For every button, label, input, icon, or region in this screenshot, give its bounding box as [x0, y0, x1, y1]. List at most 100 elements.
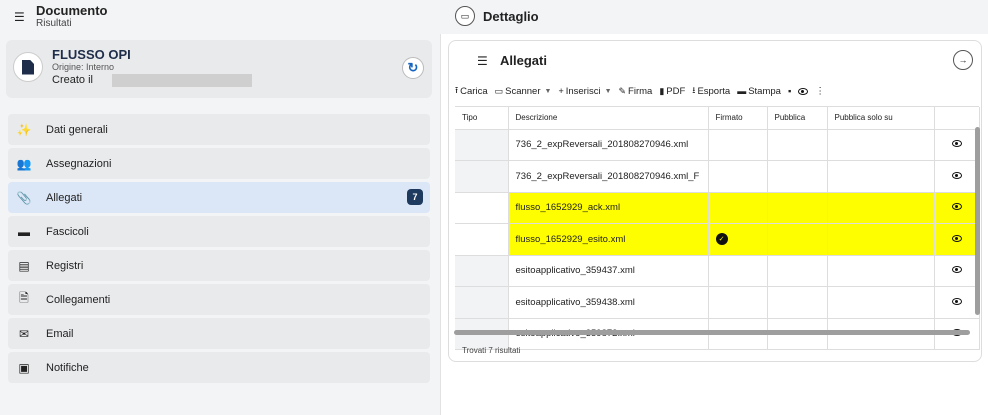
nav-item-email[interactable]: ✉ Email — [8, 318, 430, 349]
cell-pubblica — [767, 160, 828, 193]
nav-label: Fascicoli — [46, 225, 89, 238]
table-row[interactable]: esitoapplicativo_359437.xml — [455, 255, 980, 287]
nav-item-notifiche[interactable]: ▣ Notifiche — [8, 352, 430, 383]
col-header-tipo[interactable]: Tipo — [455, 107, 509, 130]
cell-descrizione: esitoapplicativo_359437.xml — [508, 255, 709, 287]
nav-item-collegamenti[interactable]: 🗎 Collegamenti — [8, 284, 430, 315]
cell-firmato: ✓ — [708, 223, 768, 256]
list-icon: ☰ — [477, 54, 488, 68]
cell-pubblica-solo-su — [827, 223, 935, 256]
print-icon: ▬ — [737, 86, 747, 96]
cell-tipo — [455, 160, 509, 193]
firma-label: Firma — [628, 85, 653, 97]
col-header-descrizione[interactable]: Descrizione — [508, 107, 709, 130]
col-header-pubblica-solo-su[interactable]: Pubblica solo su — [827, 107, 935, 130]
download-icon: ⭳ — [692, 85, 696, 95]
cell-descrizione: 736_2_expReversali_201808270946.xml — [508, 129, 709, 161]
view-eye-icon[interactable] — [951, 140, 962, 148]
horizontal-scrollbar[interactable] — [454, 330, 970, 335]
copy-icon[interactable]: ▪ — [788, 86, 791, 97]
scanner-button[interactable]: ▭ Scanner ▼ — [495, 86, 552, 97]
cell-pubblica — [767, 255, 828, 287]
nav-item-dati-generali[interactable]: ✨ Dati generali — [8, 114, 430, 145]
carica-label: Carica — [460, 85, 488, 97]
cell-descrizione: esitoapplicativo_359438.xml — [508, 286, 709, 319]
pdf-icon: ▮ — [659, 85, 665, 96]
esporta-button[interactable]: ⭳ Esporta — [692, 83, 730, 99]
nav-label: Notifiche — [46, 361, 89, 374]
nav-label: Allegati — [46, 191, 83, 204]
notification-icon: ▣ — [18, 360, 30, 375]
nav-item-registri[interactable]: ▤ Registri — [8, 250, 430, 281]
col-header-firmato[interactable]: Firmato — [708, 107, 768, 130]
magic-wand-icon: ✨ — [16, 122, 32, 137]
panel-toggle-icon[interactable]: ▭ — [455, 6, 475, 26]
header-title: Documento — [36, 3, 108, 18]
allegati-panel: ☰ Allegati → ⭱ Carica ▭ Scanner ▼ + Inserisc… — [448, 40, 982, 362]
cell-actions — [934, 129, 980, 161]
cell-pubblica — [767, 192, 828, 224]
cell-actions — [934, 192, 980, 224]
people-icon: 👥 — [16, 156, 32, 171]
col-header-actions — [934, 107, 980, 130]
view-eye-icon[interactable] — [951, 203, 962, 211]
folder-icon: ▬ — [18, 224, 30, 239]
nav-label: Collegamenti — [46, 293, 111, 306]
table-row[interactable]: 736_2_expReversali_201808270946.xml_F — [455, 160, 980, 193]
cell-pubblica — [767, 286, 828, 319]
view-eye-icon[interactable] — [951, 171, 962, 179]
vertical-scrollbar[interactable] — [975, 127, 980, 315]
table-row[interactable]: flusso_1652929_esito.xml ✓ — [455, 223, 980, 256]
cell-tipo — [455, 129, 509, 161]
document-title: FLUSSO OPI — [52, 47, 131, 62]
cell-firmato — [708, 129, 768, 161]
table-row[interactable]: esitoapplicativo_359438.xml — [455, 286, 980, 319]
view-eye-icon[interactable] — [951, 297, 962, 305]
firma-button[interactable]: ✎ Firma — [619, 86, 653, 97]
pdf-label: PDF — [666, 85, 686, 97]
nav-item-assegnazioni[interactable]: 👥 Assegnazioni — [8, 148, 430, 179]
table-row[interactable]: 736_2_expReversali_201808270946.xml — [455, 129, 980, 161]
cell-descrizione: flusso_1652929_esito.xml — [508, 223, 709, 256]
scanner-label: Scanner — [505, 85, 541, 97]
view-eye-icon[interactable] — [951, 266, 962, 274]
view-icon[interactable] — [798, 87, 809, 95]
view-eye-icon[interactable] — [951, 234, 962, 242]
cell-descrizione: flusso_1652929_ack.xml — [508, 192, 709, 224]
inserisci-button[interactable]: + Inserisci ▼ — [558, 86, 611, 97]
col-header-pubblica[interactable]: Pubblica — [767, 107, 828, 130]
carica-button[interactable]: ⭱ Carica — [455, 83, 488, 99]
cell-pubblica — [767, 223, 828, 256]
list-menu-icon[interactable]: ☰ — [14, 11, 26, 23]
stampa-button[interactable]: ▬ Stampa — [737, 86, 781, 97]
more-vert-icon[interactable]: ⋮ — [815, 86, 825, 97]
side-nav: ✨ Dati generali 👥 Assegnazioni 📎 Allegat… — [8, 114, 430, 386]
panel-header: ☰ Allegati → — [449, 41, 981, 77]
nav-item-allegati[interactable]: 📎 Allegati 7 — [8, 182, 430, 213]
cell-pubblica-solo-su — [827, 255, 935, 287]
esporta-label: Esporta — [697, 85, 731, 97]
cell-tipo — [455, 255, 509, 287]
pdf-button[interactable]: ▮ PDF — [659, 86, 685, 97]
cell-tipo — [455, 223, 509, 256]
nav-label: Assegnazioni — [46, 157, 112, 170]
stampa-label: Stampa — [748, 85, 781, 97]
table-row[interactable]: flusso_1652929_ack.xml — [455, 192, 980, 224]
upload-icon: ⭱ — [455, 85, 459, 95]
arrow-right-icon[interactable]: → — [953, 50, 973, 70]
inserisci-label: Inserisci — [565, 85, 601, 97]
allegati-count-badge: 7 — [407, 189, 423, 205]
cell-firmato — [708, 286, 768, 319]
header-subtitle: Risultati — [36, 18, 72, 29]
link-doc-icon: 🗎 — [19, 291, 29, 305]
paperclip-icon: 📎 — [16, 190, 32, 205]
cell-pubblica — [767, 129, 828, 161]
refresh-button[interactable]: ↻ — [402, 57, 424, 79]
nav-item-fascicoli[interactable]: ▬ Fascicoli — [8, 216, 430, 247]
pane-divider[interactable] — [440, 34, 441, 415]
cell-pubblica-solo-su — [827, 286, 935, 319]
chevron-down-icon: ▼ — [544, 87, 552, 95]
document-created: Creato il — [52, 74, 93, 86]
plus-icon: + — [558, 86, 564, 96]
cell-pubblica-solo-su — [827, 192, 935, 224]
